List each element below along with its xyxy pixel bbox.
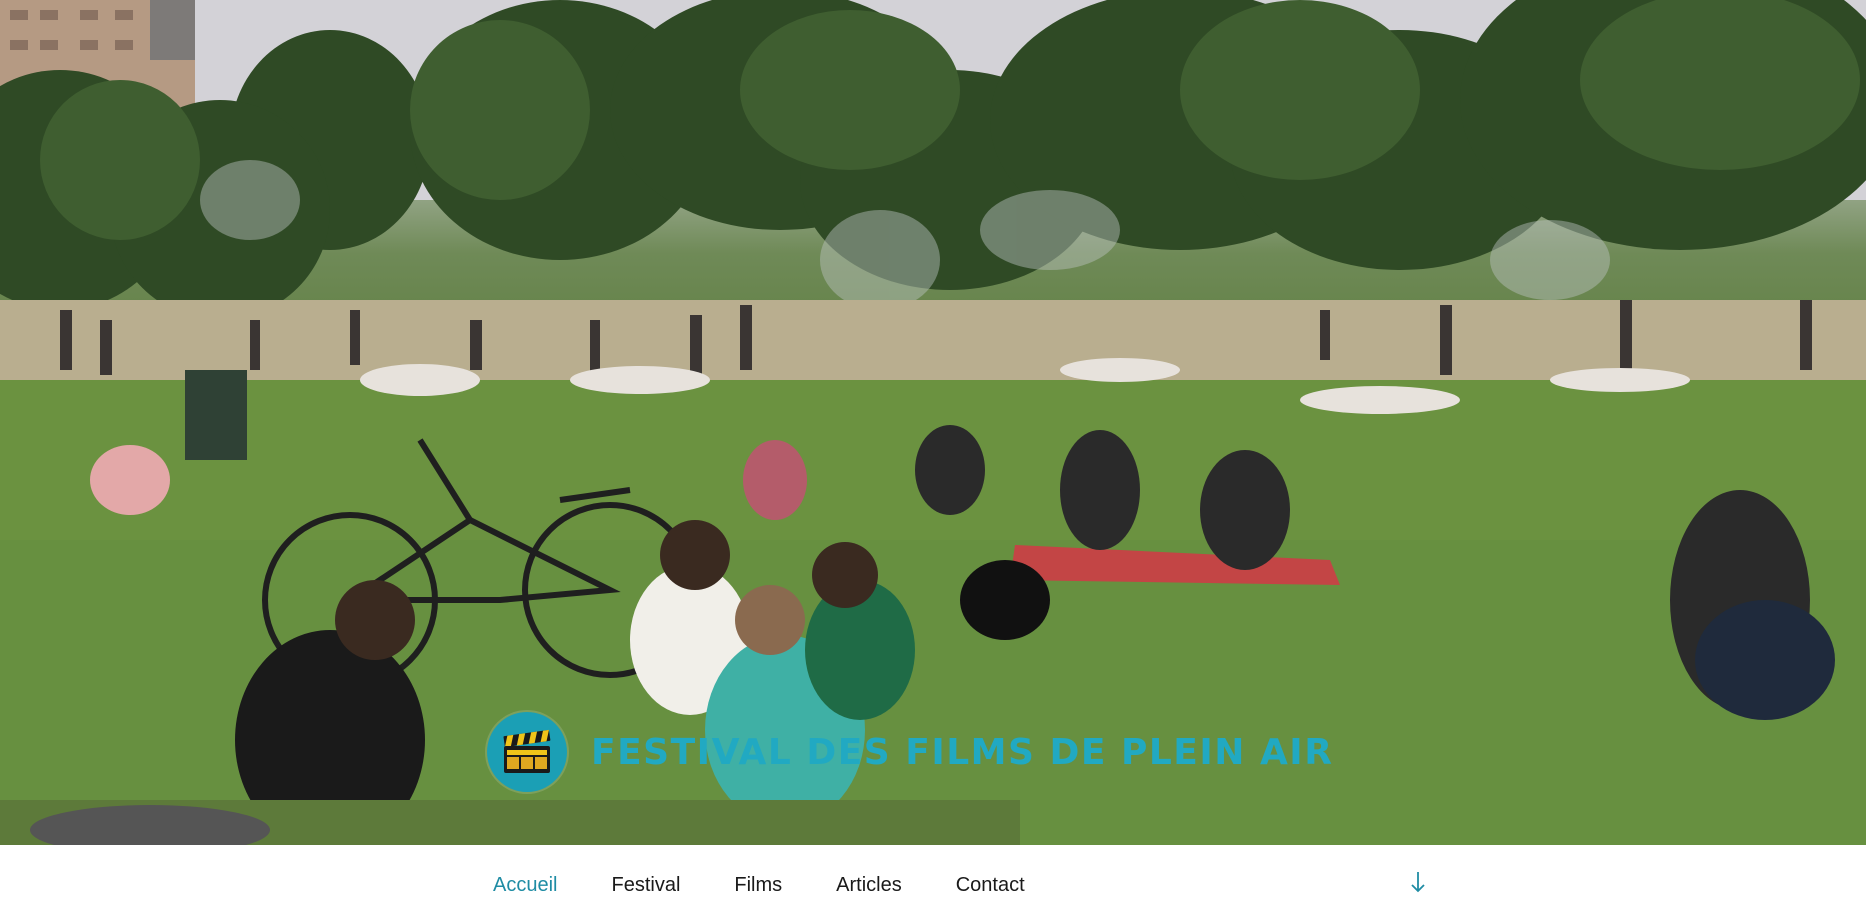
clapperboard-icon bbox=[503, 729, 551, 773]
nav-item-contact[interactable]: Contact bbox=[956, 872, 1025, 897]
hero-image: FESTIVAL DES FILMS DE PLEIN AIR bbox=[0, 0, 1866, 845]
site-title[interactable]: FESTIVAL DES FILMS DE PLEIN AIR bbox=[591, 732, 1333, 773]
nav-item-films[interactable]: Films bbox=[734, 872, 782, 897]
nav-item-accueil[interactable]: Accueil bbox=[493, 872, 557, 897]
scroll-down-button[interactable] bbox=[1406, 868, 1430, 896]
nav-item-articles[interactable]: Articles bbox=[836, 872, 902, 897]
site-branding: FESTIVAL DES FILMS DE PLEIN AIR bbox=[487, 712, 1333, 792]
nav-menu: Accueil Festival Films Articles Contact bbox=[493, 845, 1079, 924]
nav-item-festival[interactable]: Festival bbox=[611, 872, 680, 897]
site-logo[interactable] bbox=[487, 712, 567, 792]
arrow-down-icon bbox=[1411, 872, 1425, 893]
main-navigation: Accueil Festival Films Articles Contact bbox=[0, 845, 1866, 924]
page: FESTIVAL DES FILMS DE PLEIN AIR Accueil … bbox=[0, 0, 1866, 924]
